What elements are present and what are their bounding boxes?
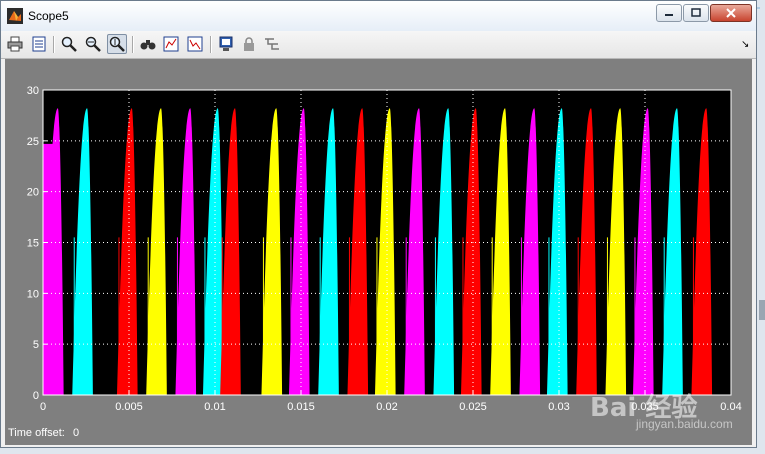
parameters-icon <box>32 36 46 52</box>
x-tick-label-0: 0 <box>40 401 46 413</box>
x-tick-label-6: 0.03 <box>548 401 569 413</box>
y-tick-label-5: 25 <box>27 136 39 148</box>
title-bar[interactable]: Scope5 <box>1 1 756 32</box>
scope-window: Scope5 ↘ 0 0.005 0.01 0.015 0.02 0.025 0… <box>0 0 757 448</box>
zoom-y-button[interactable] <box>107 34 127 54</box>
print-button[interactable] <box>5 34 25 54</box>
scope-plot[interactable]: 0 0.005 0.01 0.015 0.02 0.025 0.03 0.035 0.04 0 5 1… <box>5 59 752 445</box>
x-tick-label-4: 0.02 <box>376 401 397 413</box>
maximize-icon <box>691 8 701 17</box>
close-button[interactable] <box>710 4 752 22</box>
floating-scope-button[interactable] <box>216 34 236 54</box>
autoscale-button[interactable] <box>138 34 158 54</box>
matlab-icon <box>7 8 23 24</box>
autoscale-icon <box>140 40 156 50</box>
lock-button[interactable] <box>239 34 259 54</box>
close-icon <box>726 8 736 18</box>
y-tick-label-1: 5 <box>33 339 39 351</box>
y-tick-label-4: 20 <box>27 187 39 199</box>
y-tick-label-0: 0 <box>33 390 39 402</box>
y-tick-label-2: 10 <box>27 288 39 300</box>
x-tick-label-5: 0.025 <box>459 401 487 413</box>
window-title: Scope5 <box>28 9 69 23</box>
parameters-button[interactable] <box>29 34 49 54</box>
x-tick-label-2: 0.01 <box>204 401 225 413</box>
maximize-button[interactable] <box>683 4 709 22</box>
y-tick-label-3: 15 <box>27 238 39 250</box>
minimize-button[interactable] <box>656 4 682 22</box>
time-offset-label: Time offset: <box>8 427 65 439</box>
signal-selection-icon <box>265 38 279 50</box>
x-tick-label-1: 0.005 <box>115 401 143 413</box>
zoom-x-icon <box>85 36 101 52</box>
scope-toolbar: ↘ <box>1 31 756 59</box>
zoom-y-icon <box>109 36 125 52</box>
floating-scope-icon <box>219 36 233 51</box>
x-tick-label-3: 0.015 <box>287 401 315 413</box>
y-tick-label-6: 30 <box>27 85 39 97</box>
lock-icon <box>244 37 254 51</box>
signal-selection-button[interactable] <box>262 34 282 54</box>
restore-axes-button[interactable] <box>185 34 205 54</box>
time-offset-value: 0 <box>73 427 80 439</box>
scope-figure: 0 0.005 0.01 0.015 0.02 0.025 0.03 0.035 0.04 0 5 1… <box>5 59 752 445</box>
minimize-icon <box>665 14 673 16</box>
zoom-button[interactable] <box>59 34 79 54</box>
print-icon <box>7 36 23 52</box>
save-axes-button[interactable] <box>161 34 181 54</box>
dock-arrow-icon[interactable]: ↘ <box>741 39 749 50</box>
x-tick-label-7: 0.035 <box>631 401 659 413</box>
restore-axes-icon <box>187 36 203 52</box>
save-axes-icon <box>163 36 179 52</box>
zoom-x-button[interactable] <box>83 34 103 54</box>
x-tick-label-8: 0.04 <box>720 401 741 413</box>
zoom-icon <box>61 36 77 52</box>
